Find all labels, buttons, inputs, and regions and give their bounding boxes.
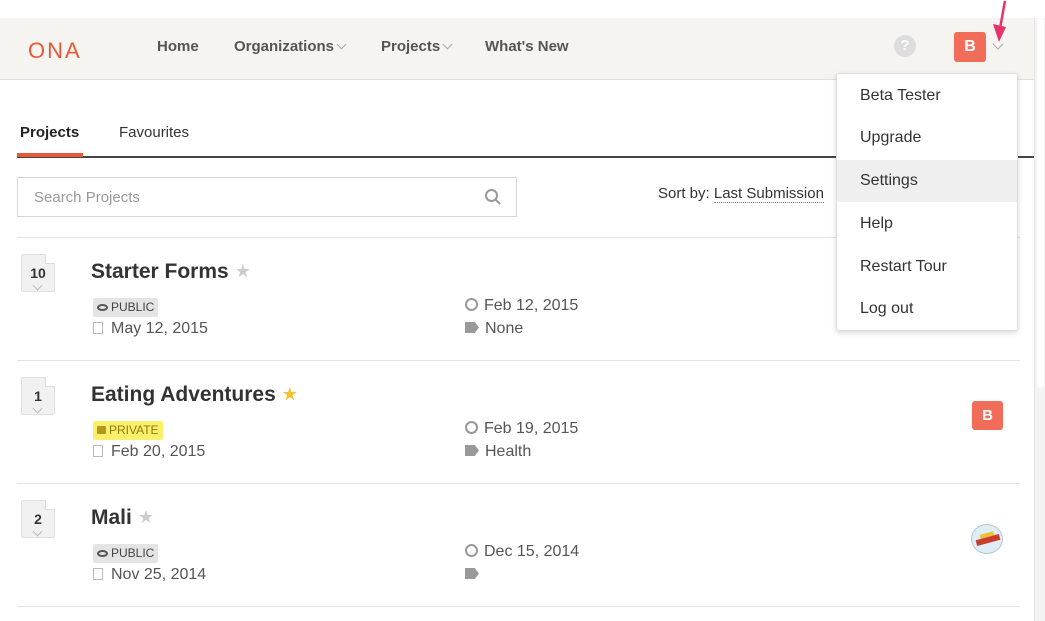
doc-corner [45, 254, 55, 264]
top-strip [0, 0, 1045, 18]
star-icon[interactable]: ★ [282, 384, 298, 404]
created-date: May 12, 2015 [93, 320, 208, 338]
visibility-text: PRIVATE [109, 423, 159, 437]
top-navbar: ONA Home Organizations Projects What's N… [0, 18, 1034, 80]
doc-corner [45, 500, 55, 510]
visibility-text: PUBLIC [111, 546, 155, 560]
clock-icon [465, 544, 478, 557]
project-row: 1 Eating Adventures ★ PRIVATE Feb 20, 201… [17, 361, 1020, 484]
search-box [17, 177, 517, 217]
menu-item-restart-tour[interactable]: Restart Tour [837, 246, 1017, 288]
nav-whats-new-label: What's New [485, 38, 569, 55]
nav-projects-label: Projects [381, 38, 441, 55]
last-submission: Dec 15, 2014 [465, 543, 579, 561]
clock-icon [465, 298, 478, 311]
user-avatar[interactable]: B [954, 32, 986, 62]
created-date-text: Feb 20, 2015 [111, 443, 206, 460]
file-icon [93, 568, 103, 580]
tag-icon [465, 322, 479, 333]
chevron-down-icon [442, 39, 453, 50]
project-title[interactable]: Eating Adventures ★ [91, 383, 298, 407]
star-icon[interactable]: ★ [138, 507, 154, 527]
project-title-text: Eating Adventures [91, 383, 276, 406]
nav-home[interactable]: Home [157, 38, 199, 55]
chevron-down-icon [32, 403, 43, 414]
project-tags: None [465, 320, 523, 338]
collaborator-avatar[interactable]: B [972, 401, 1003, 430]
menu-item-log-out[interactable]: Log out [837, 288, 1017, 330]
created-date: Feb 20, 2015 [93, 443, 205, 461]
last-submission-text: Feb 12, 2015 [484, 297, 579, 314]
project-title[interactable]: Mali ★ [91, 506, 154, 530]
visibility-badge: PRIVATE [93, 421, 163, 440]
project-title-text: Mali [91, 506, 132, 529]
submission-count-icon[interactable]: 2 [21, 500, 55, 538]
visibility-badge: PUBLIC [93, 544, 159, 563]
chevron-down-icon [336, 39, 347, 50]
nav-home-label: Home [157, 38, 199, 55]
last-submission-text: Feb 19, 2015 [484, 420, 579, 437]
project-title-text: Starter Forms [91, 260, 229, 283]
menu-item-settings[interactable]: Settings [837, 160, 1017, 202]
tag-icon [465, 568, 479, 579]
tags-text: None [485, 320, 524, 337]
created-date-text: Nov 25, 2014 [111, 566, 207, 583]
user-dropdown-menu: Beta Tester Upgrade Settings Help Restar… [836, 73, 1018, 331]
sort-label: Sort by: [658, 185, 710, 202]
search-icon[interactable] [484, 188, 502, 206]
created-date-text: May 12, 2015 [111, 320, 208, 337]
nav-organizations-label: Organizations [234, 38, 335, 55]
eye-icon [97, 550, 108, 557]
menu-item-help[interactable]: Help [837, 203, 1017, 245]
visibility-text: PUBLIC [111, 300, 155, 314]
project-title[interactable]: Starter Forms ★ [91, 260, 251, 284]
last-submission-text: Dec 15, 2014 [484, 543, 580, 560]
star-icon[interactable]: ★ [235, 261, 251, 281]
project-tags [465, 566, 485, 584]
eye-icon [97, 304, 108, 311]
tag-icon [465, 445, 479, 456]
vertical-scrollbar[interactable] [1034, 18, 1045, 621]
tab-favourites[interactable]: Favourites [119, 124, 189, 141]
file-icon [93, 322, 103, 334]
file-icon [93, 445, 103, 457]
project-row: 2 Mali ★ PUBLIC Nov 25, 2014 Dec 15, 2014 [17, 484, 1020, 607]
search-input[interactable] [18, 178, 458, 216]
nav-projects[interactable]: Projects [381, 38, 453, 55]
last-submission: Feb 12, 2015 [465, 297, 578, 315]
chevron-down-icon [32, 526, 43, 537]
lock-icon [97, 426, 106, 434]
submission-count: 1 [34, 388, 42, 404]
menu-item-beta-tester[interactable]: Beta Tester [837, 75, 1017, 117]
created-date: Nov 25, 2014 [93, 566, 206, 584]
last-submission: Feb 19, 2015 [465, 420, 578, 438]
submission-count-icon[interactable]: 10 [21, 254, 55, 292]
visibility-badge: PUBLIC [93, 298, 159, 317]
scrollbar-thumb[interactable] [1037, 18, 1044, 388]
submission-count: 2 [34, 511, 42, 527]
submission-count-icon[interactable]: 1 [21, 377, 55, 415]
question-icon[interactable]: ? [894, 35, 916, 57]
sort-control[interactable]: Sort by: Last Submission [658, 185, 824, 203]
ona-logo[interactable]: ONA [28, 38, 82, 64]
collaborator-avatar[interactable] [971, 524, 1003, 554]
tab-projects[interactable]: Projects [20, 124, 79, 141]
nav-whats-new[interactable]: What's New [485, 38, 569, 55]
nav-organizations[interactable]: Organizations [234, 38, 347, 55]
arrow-pointer-icon [993, 0, 1007, 42]
sort-value[interactable]: Last Submission [713, 185, 824, 203]
active-tab-indicator [17, 153, 83, 157]
doc-corner [45, 377, 55, 387]
project-tags: Health [465, 443, 531, 461]
row-divider [17, 606, 1020, 607]
menu-item-upgrade[interactable]: Upgrade [837, 117, 1017, 159]
submission-count: 10 [30, 265, 46, 281]
chevron-down-icon [32, 280, 43, 291]
tags-text: Health [485, 443, 532, 460]
clock-icon [465, 421, 478, 434]
